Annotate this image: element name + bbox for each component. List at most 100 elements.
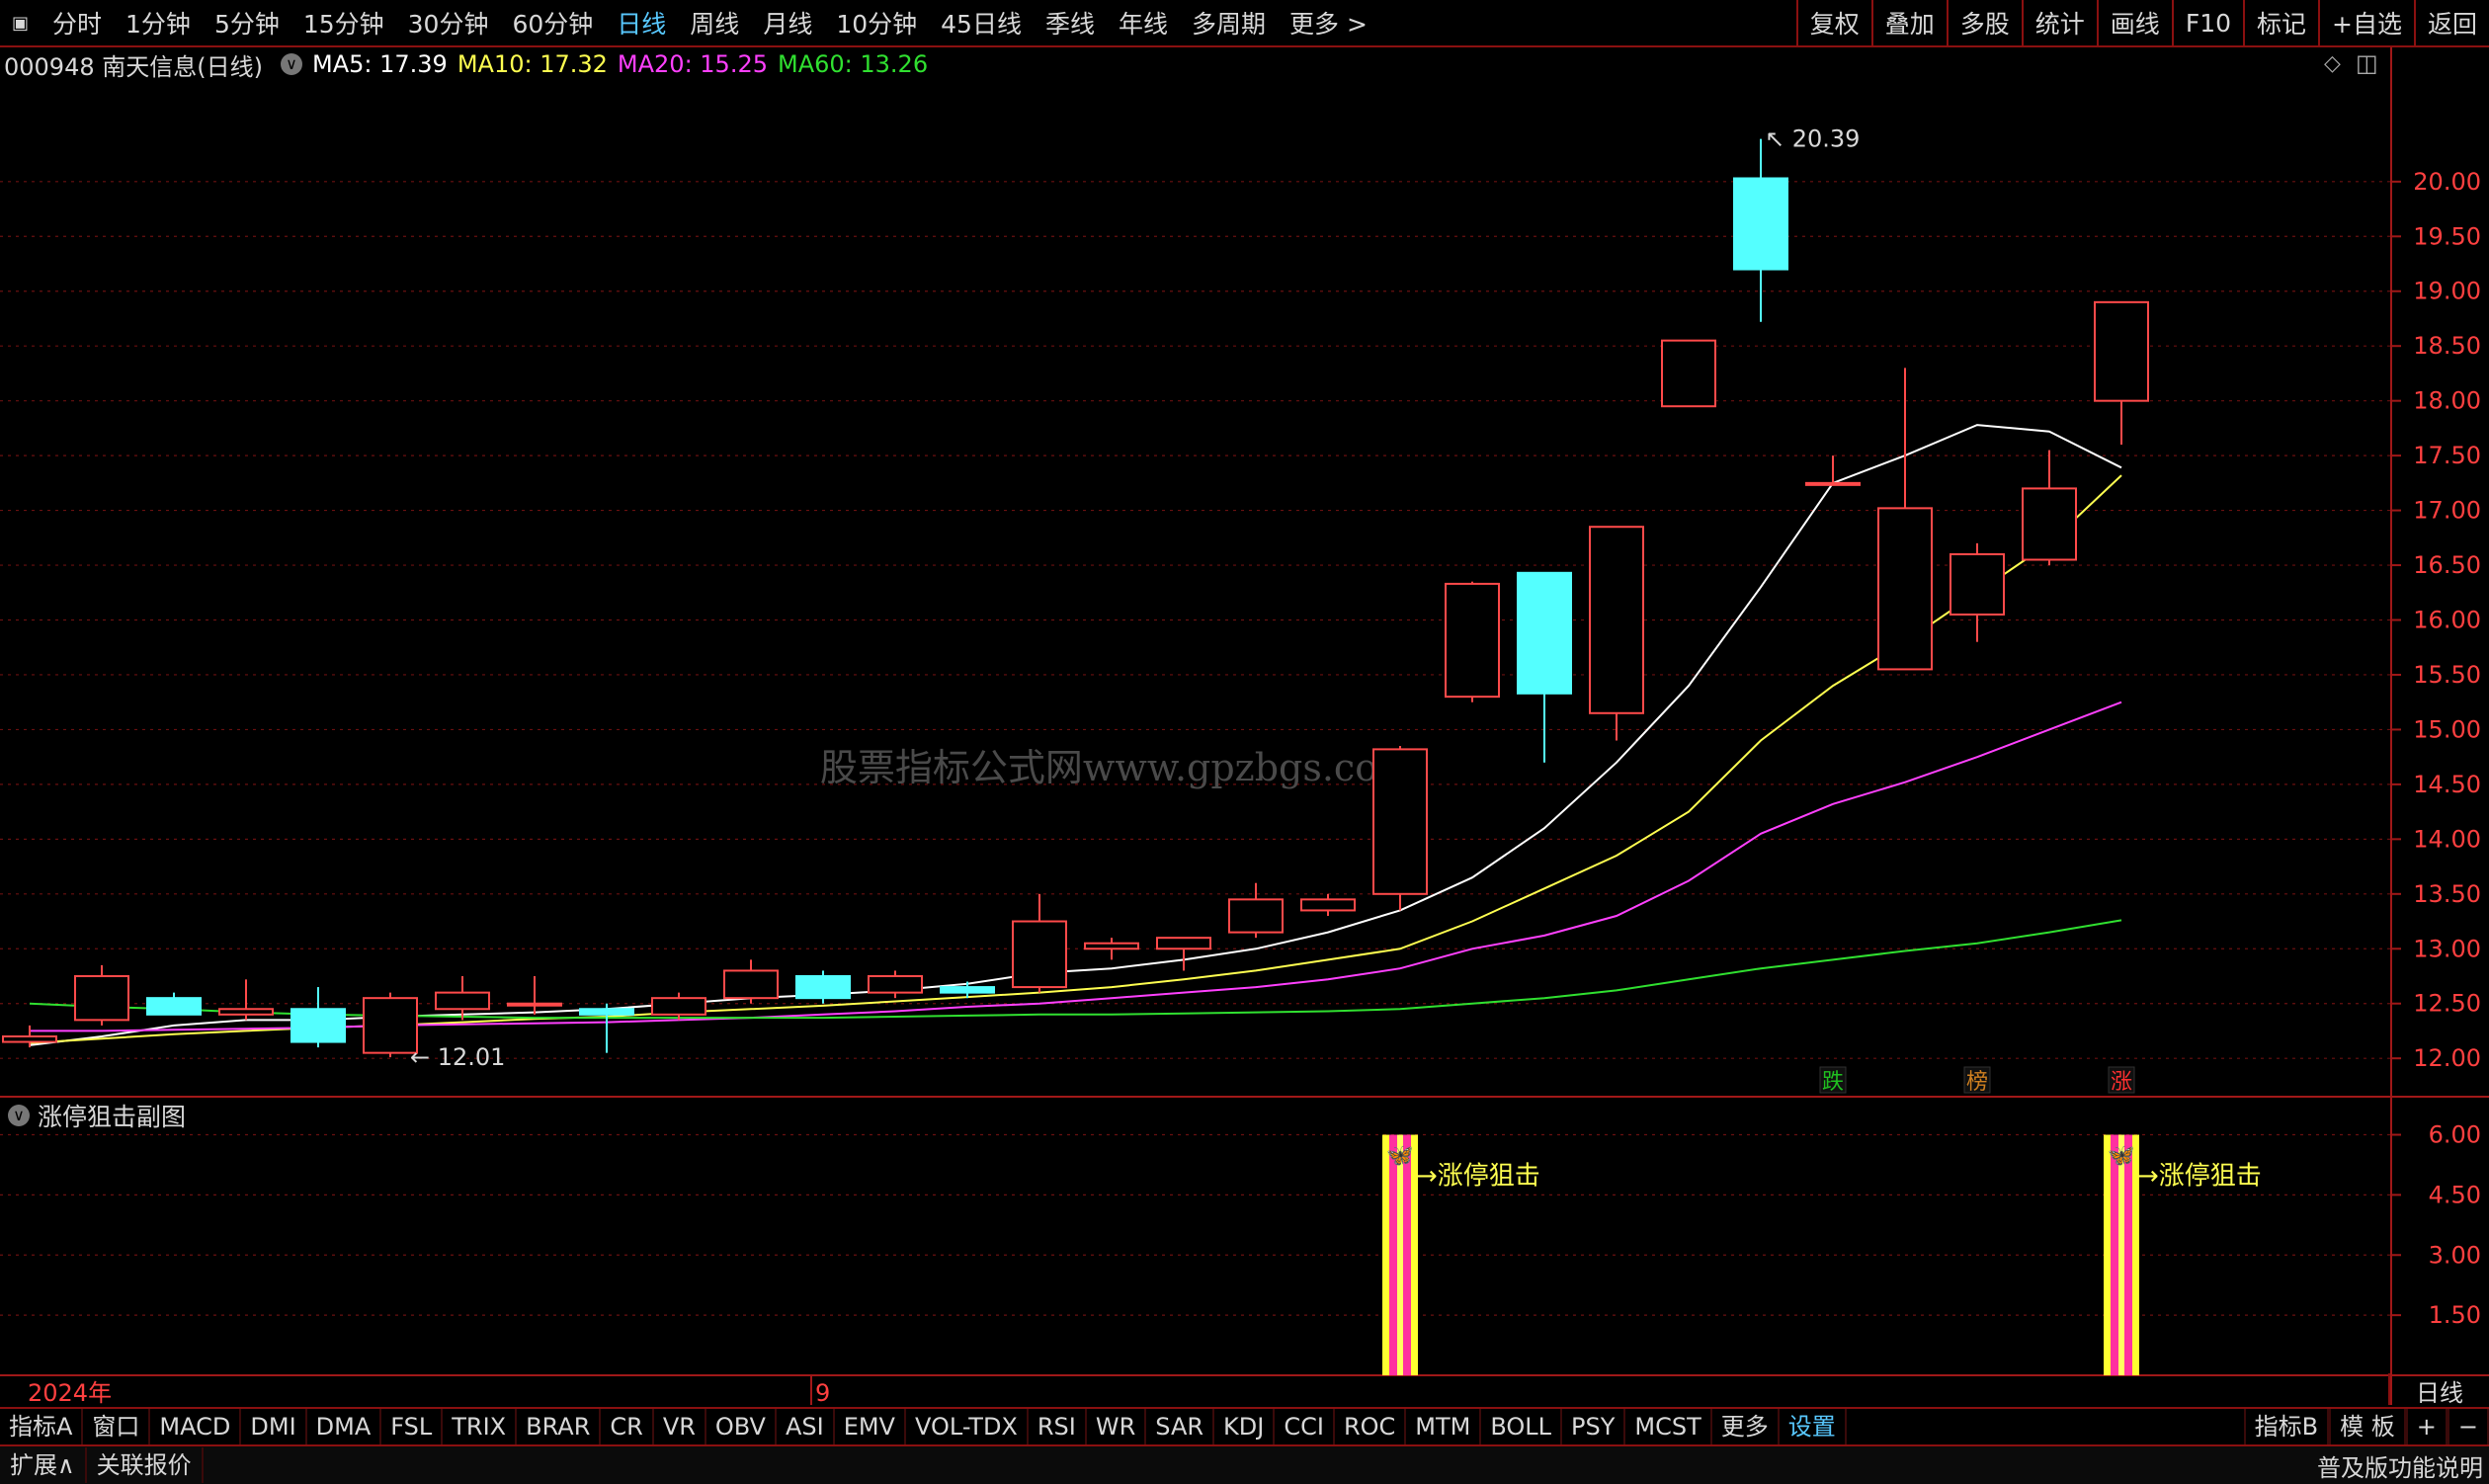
candle-body (1950, 552, 2005, 616)
y-tick-label: 19.50 (2413, 222, 2481, 250)
kline-chart[interactable]: 20.00 19.50 19.00 18.50 18.00 17.50 17.00 16.50… (0, 0, 2489, 1483)
candle-body (579, 1008, 634, 1016)
indicator-tab-17[interactable]: KDJ (1214, 1409, 1276, 1444)
candle-body (1589, 526, 1644, 714)
bottom-right-button-0[interactable]: 指标B (2243, 1409, 2330, 1444)
candle-body (1300, 898, 1356, 912)
indicator-tab-12[interactable]: EMV (835, 1409, 906, 1444)
candle-body (795, 974, 851, 1000)
signal-label: →涨停狙击 (2137, 1162, 2262, 1192)
indicator-tab-1[interactable]: 窗口 (83, 1409, 151, 1444)
candle-body (1156, 937, 1211, 950)
indicator-tab-16[interactable]: SAR (1146, 1409, 1215, 1444)
indicator-tab-22[interactable]: PSY (1562, 1409, 1626, 1444)
candle-body (2022, 487, 2077, 561)
indicator-tab-6[interactable]: TRIX (443, 1409, 518, 1444)
signal-icon: 🦋 (1386, 1144, 1413, 1169)
candle-body (1517, 571, 1572, 695)
candle-body (218, 1008, 274, 1016)
indicator-tab-20[interactable]: MTM (1406, 1409, 1482, 1444)
period-label[interactable]: 日线 (2388, 1373, 2489, 1407)
indicator-tab-9[interactable]: VR (654, 1409, 706, 1444)
candle-body (1372, 748, 1428, 895)
y-tick-label: 13.00 (2413, 935, 2481, 962)
y-tick-label: 13.50 (2413, 880, 2481, 908)
candle-body (363, 997, 418, 1054)
marker-label: 榜 (1966, 1070, 1988, 1095)
indicator-tab-19[interactable]: ROC (1335, 1409, 1407, 1444)
bottom-right-button-3[interactable]: − (2447, 1409, 2489, 1444)
indicator-tab-23[interactable]: MCST (1625, 1409, 1712, 1444)
candle-body (1805, 481, 1861, 486)
indicator-tab-21[interactable]: BOLL (1481, 1409, 1563, 1444)
candle-body (507, 1002, 562, 1007)
high-price-label: ↖ 20.39 (1765, 125, 1860, 153)
marker-label: 涨 (2111, 1070, 2132, 1095)
candle-body (74, 974, 129, 1022)
bottom-status-bar: 扩展∧ 关联报价 普及版功能说明 (0, 1444, 2489, 1484)
indicator-tab-11[interactable]: ASI (777, 1409, 835, 1444)
candle-body (146, 997, 202, 1016)
ma-line-ma5 (29, 424, 2122, 1046)
y-tick-label: 12.50 (2413, 990, 2481, 1018)
y-tick-label: 15.00 (2413, 715, 2481, 743)
indicator-tab-2[interactable]: MACD (150, 1409, 242, 1444)
indicator-tab-24[interactable]: 更多 (1712, 1409, 1780, 1444)
signal-bar-core (2118, 1134, 2124, 1375)
indicator-tab-5[interactable]: FSL (381, 1409, 444, 1444)
bottom-right-button-1[interactable]: 模 板 (2329, 1409, 2406, 1444)
candle-body (290, 1008, 346, 1043)
y-tick-label: 19.00 (2413, 278, 2481, 305)
subchart-collapse-icon[interactable]: ∨ (8, 1105, 30, 1126)
y-tick-label: 18.00 (2413, 387, 2481, 415)
y-tick-label: 17.50 (2413, 442, 2481, 469)
candle-body (868, 974, 923, 994)
candle-body (940, 986, 995, 994)
sub-y-tick-label: 6.00 (2429, 1121, 2481, 1149)
indicator-tab-15[interactable]: WR (1087, 1409, 1147, 1444)
candle-body (651, 997, 706, 1016)
candle-body (2094, 300, 2149, 402)
indicator-tab-18[interactable]: CCI (1275, 1409, 1335, 1444)
y-tick-label: 14.50 (2413, 771, 2481, 798)
y-tick-label: 12.00 (2413, 1044, 2481, 1072)
signal-bar-core (1397, 1134, 1403, 1375)
y-tick-label: 20.00 (2413, 168, 2481, 196)
candle-body (1084, 942, 1139, 950)
y-tick-label: 15.50 (2413, 661, 2481, 689)
indicator-tab-13[interactable]: VOL-TDX (906, 1409, 1029, 1444)
indicator-tab-4[interactable]: DMA (307, 1409, 382, 1444)
bottom-left-button-1[interactable]: 关联报价 (87, 1447, 204, 1483)
indicator-tab-14[interactable]: RSI (1029, 1409, 1087, 1444)
signal-icon: 🦋 (2108, 1144, 2134, 1169)
indicator-tab-7[interactable]: BRAR (517, 1409, 602, 1444)
low-price-label: ← 12.01 (410, 1043, 505, 1071)
indicator-tab-0[interactable]: 指标A (0, 1409, 84, 1444)
watermark: 股票指标公式网www.gpzbgs.com (820, 746, 1413, 789)
indicator-tab-8[interactable]: CR (601, 1409, 654, 1444)
bottom-right-button-2[interactable]: + (2405, 1409, 2448, 1444)
candle-body (435, 991, 490, 1011)
x-axis-label: 2024年 (28, 1379, 112, 1407)
sub-y-tick-label: 4.50 (2429, 1181, 2481, 1208)
indicator-tab-3[interactable]: DMI (241, 1409, 307, 1444)
candle-body (2, 1034, 57, 1043)
y-tick-label: 16.50 (2413, 551, 2481, 579)
subchart-title: 涨停狙击副图 (38, 1103, 187, 1131)
candle-body (723, 969, 779, 1000)
x-axis-label: 9 (815, 1379, 830, 1407)
indicator-tab-25[interactable]: 设置 (1780, 1409, 1847, 1444)
bottom-left-button-0[interactable]: 扩展∧ (0, 1447, 87, 1483)
sub-y-tick-label: 1.50 (2429, 1301, 2481, 1329)
candle-body (1228, 898, 1284, 934)
indicator-tab-10[interactable]: OBV (706, 1409, 777, 1444)
subchart-header: ∨ 涨停狙击副图 (0, 1099, 186, 1132)
y-tick-label: 18.50 (2413, 332, 2481, 360)
indicator-tabs: 指标A 窗口 MACD DMI DMA FSL TRIX BRAR CR VR OBV ASI EMV V… (0, 1407, 2489, 1444)
y-tick-label: 14.00 (2413, 825, 2481, 853)
help-link[interactable]: 普及版功能说明 (2317, 1448, 2483, 1483)
signal-label: →涨停狙击 (1416, 1162, 1540, 1192)
candle-body (1733, 177, 1788, 271)
y-tick-label: 16.00 (2413, 607, 2481, 634)
marker-label: 跌 (1822, 1070, 1844, 1095)
